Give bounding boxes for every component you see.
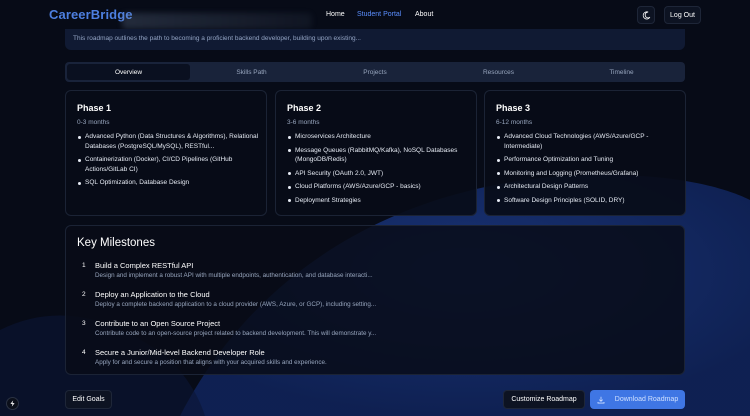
milestones-heading: Key Milestones <box>77 237 155 249</box>
milestone-number: 2 <box>82 291 86 298</box>
phase-card-1: Phase 1 0-3 months Advanced Python (Data… <box>65 90 267 216</box>
nav-student-portal-link[interactable]: Student Portal <box>357 11 401 18</box>
phase-skill-item: API Security (OAuth 2.0, JWT) <box>287 169 469 179</box>
nav-about-link[interactable]: About <box>415 11 433 18</box>
logout-button[interactable]: Log Out <box>664 6 701 24</box>
phase-skill-list: Microservices Architecture Message Queue… <box>287 132 469 209</box>
brand-logo[interactable]: CareerBridge <box>49 7 133 22</box>
roadmap-tabs: Overview Skills Path Projects Resources … <box>65 62 685 82</box>
tab-projects[interactable]: Projects <box>313 64 437 80</box>
milestone-item: 1 Build a Complex RESTful API Design and… <box>77 261 497 285</box>
tab-skills-path[interactable]: Skills Path <box>190 64 313 80</box>
phase-skill-item: Containerization (Docker), CI/CD Pipelin… <box>77 155 259 174</box>
theme-toggle-button[interactable] <box>637 6 655 24</box>
milestone-description: Design and implement a robust API with m… <box>95 272 373 279</box>
phase-title: Phase 2 <box>287 103 322 113</box>
key-milestones-card: Key Milestones 1 Build a Complex RESTful… <box>65 225 685 375</box>
phase-skill-list: Advanced Python (Data Structures & Algor… <box>77 132 259 192</box>
blurred-region <box>122 13 312 29</box>
phase-skill-item: Advanced Python (Data Structures & Algor… <box>77 132 259 151</box>
phase-skill-item: Advanced Cloud Technologies (AWS/Azure/G… <box>496 132 678 151</box>
phase-skill-item: Cloud Platforms (AWS/Azure/GCP - basics) <box>287 182 469 192</box>
phase-skill-item: Deployment Strategies <box>287 196 469 206</box>
download-roadmap-label: Download Roadmap <box>614 396 679 403</box>
top-navbar: CareerBridge Home Student Portal About L… <box>0 0 750 30</box>
phase-skill-item: Monitoring and Logging (Prometheus/Grafa… <box>496 169 678 179</box>
roadmap-intro-banner: This roadmap outlines the path to becomi… <box>65 29 685 50</box>
phase-card-3: Phase 3 6-12 months Advanced Cloud Techn… <box>484 90 686 216</box>
phase-duration: 3-6 months <box>287 119 320 126</box>
nav-home-link[interactable]: Home <box>326 11 345 18</box>
roadmap-intro-text: This roadmap outlines the path to becomi… <box>73 35 361 42</box>
milestone-title: Secure a Junior/Mid-level Backend Develo… <box>95 348 265 357</box>
quick-action-button[interactable] <box>6 397 19 410</box>
tab-overview[interactable]: Overview <box>67 64 190 80</box>
milestone-title: Deploy an Application to the Cloud <box>95 290 210 299</box>
phase-skill-item: Microservices Architecture <box>287 132 469 142</box>
download-icon <box>597 396 605 403</box>
milestone-description: Apply for and secure a position that ali… <box>95 359 327 366</box>
edit-goals-button[interactable]: Edit Goals <box>65 390 112 409</box>
phase-title: Phase 3 <box>496 103 531 113</box>
phase-skill-list: Advanced Cloud Technologies (AWS/Azure/G… <box>496 132 678 209</box>
phase-title: Phase 1 <box>77 103 112 113</box>
phase-skill-item: SQL Optimization, Database Design <box>77 178 259 188</box>
milestone-number: 4 <box>82 349 86 356</box>
download-roadmap-button[interactable]: Download Roadmap <box>590 390 685 409</box>
milestone-description: Deploy a complete backend application to… <box>95 301 377 308</box>
customize-roadmap-button[interactable]: Customize Roadmap <box>503 390 585 409</box>
phase-card-2: Phase 2 3-6 months Microservices Archite… <box>275 90 477 216</box>
milestone-item: 3 Contribute to an Open Source Project C… <box>77 319 497 343</box>
phase-skill-item: Message Queues (RabbitMQ/Kafka), NoSQL D… <box>287 146 469 165</box>
milestone-item: 4 Secure a Junior/Mid-level Backend Deve… <box>77 348 497 372</box>
phase-duration: 6-12 months <box>496 119 533 126</box>
phase-duration: 0-3 months <box>77 119 110 126</box>
milestone-description: Contribute code to an open-source projec… <box>95 330 377 337</box>
tab-timeline[interactable]: Timeline <box>560 64 683 80</box>
milestone-number: 1 <box>82 262 86 269</box>
phase-skill-item: Architectural Design Patterns <box>496 182 678 192</box>
phase-skill-item: Software Design Principles (SOLID, DRY) <box>496 196 678 206</box>
milestone-title: Contribute to an Open Source Project <box>95 319 221 328</box>
milestone-number: 3 <box>82 320 86 327</box>
phase-skill-item: Performance Optimization and Tuning <box>496 155 678 165</box>
bolt-icon <box>10 400 15 407</box>
tab-resources[interactable]: Resources <box>437 64 560 80</box>
milestone-title: Build a Complex RESTful API <box>95 261 194 270</box>
milestone-item: 2 Deploy an Application to the Cloud Dep… <box>77 290 497 314</box>
moon-icon <box>642 10 650 19</box>
